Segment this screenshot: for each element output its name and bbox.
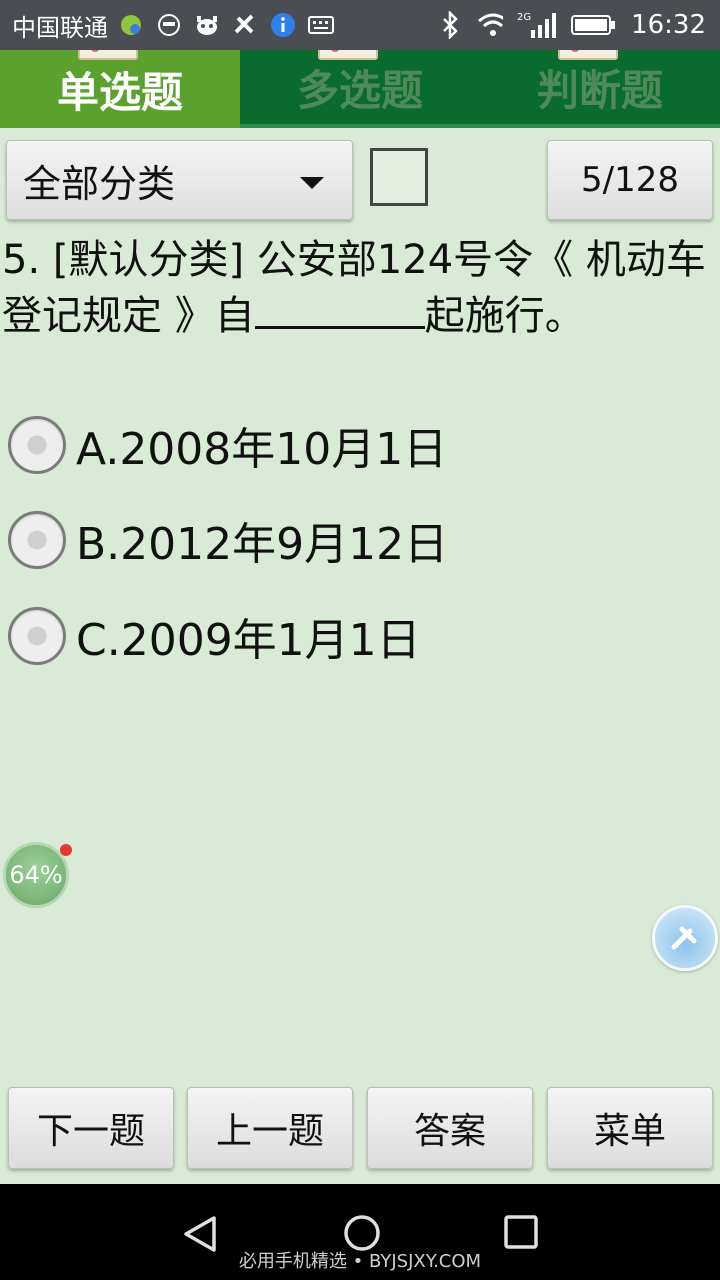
menu-button[interactable]: 菜单 bbox=[547, 1087, 713, 1169]
question-text-after: 起施行。 bbox=[424, 293, 585, 339]
radio-button-c[interactable] bbox=[8, 607, 66, 665]
tools-icon bbox=[232, 12, 258, 38]
carrier-name: 中国联通 bbox=[12, 13, 108, 42]
radio-button-a[interactable] bbox=[8, 416, 66, 474]
question-counter: 5/128 bbox=[581, 160, 679, 200]
prev-question-label: 上一题 bbox=[215, 1111, 324, 1152]
network-type: 2G bbox=[517, 12, 531, 23]
memory-percent: 64% bbox=[9, 861, 63, 889]
info-icon bbox=[270, 12, 296, 38]
tab-true-false[interactable]: 判断题 bbox=[480, 50, 720, 128]
tab-single-choice[interactable]: 单选题 bbox=[0, 50, 240, 128]
mascot-icon bbox=[194, 12, 220, 38]
tab-label: 判断题 bbox=[536, 65, 663, 115]
question-text: 5. [默认分类] 公安部124号令《 机动车登记规定 》自 起施行。 bbox=[2, 232, 718, 344]
prev-question-button[interactable]: 上一题 bbox=[187, 1087, 353, 1169]
app-notification-icon bbox=[118, 12, 144, 38]
system-nav-bar: 必用手机精选 • BYJSJXY.COM bbox=[0, 1184, 720, 1280]
face-icon bbox=[156, 12, 182, 38]
watermark: 必用手机精选 • BYJSJXY.COM bbox=[238, 1251, 482, 1272]
answer-blank bbox=[254, 289, 425, 329]
floating-assist-button[interactable] bbox=[652, 905, 718, 971]
tab-multiple-choice[interactable]: 多选题 bbox=[240, 50, 480, 128]
answer-label: 答案 bbox=[413, 1111, 486, 1152]
signal-icon: 2G bbox=[517, 12, 557, 38]
radio-button-b[interactable] bbox=[8, 511, 66, 569]
next-question-button[interactable]: 下一题 bbox=[8, 1087, 174, 1169]
keyboard-icon bbox=[308, 12, 334, 38]
tab-label: 单选题 bbox=[56, 67, 183, 117]
menu-label: 菜单 bbox=[593, 1111, 666, 1152]
next-question-label: 下一题 bbox=[36, 1111, 145, 1152]
question-counter-button[interactable]: 5/128 bbox=[547, 140, 713, 220]
option-c-label: C.2009年1月1日 bbox=[76, 615, 421, 666]
battery-icon bbox=[571, 12, 617, 38]
bluetooth-icon bbox=[437, 11, 463, 39]
clock: 16:32 bbox=[631, 10, 706, 40]
category-select[interactable]: 全部分类 bbox=[6, 140, 353, 220]
dropdown-arrow-icon bbox=[300, 177, 324, 189]
tab-label: 多选题 bbox=[296, 65, 423, 115]
option-b[interactable]: B.2012年9月12日 bbox=[8, 500, 448, 580]
status-bar: 中国联通 2G 16:32 bbox=[0, 0, 720, 50]
bookmark-checkbox[interactable] bbox=[370, 148, 428, 206]
question-type-tabs: 单选题 多选题 判断题 bbox=[0, 50, 720, 128]
answer-button[interactable]: 答案 bbox=[367, 1087, 533, 1169]
option-b-label: B.2012年9月12日 bbox=[76, 519, 449, 570]
wifi-icon bbox=[477, 12, 504, 38]
category-select-value: 全部分类 bbox=[23, 161, 176, 206]
memory-boost-widget[interactable]: 64% bbox=[3, 842, 69, 908]
notification-dot bbox=[60, 844, 72, 856]
option-a[interactable]: A.2008年10月1日 bbox=[8, 405, 447, 485]
option-a-label: A.2008年10月1日 bbox=[76, 424, 448, 475]
wrench-icon bbox=[671, 926, 697, 950]
option-c[interactable]: C.2009年1月1日 bbox=[8, 596, 421, 676]
